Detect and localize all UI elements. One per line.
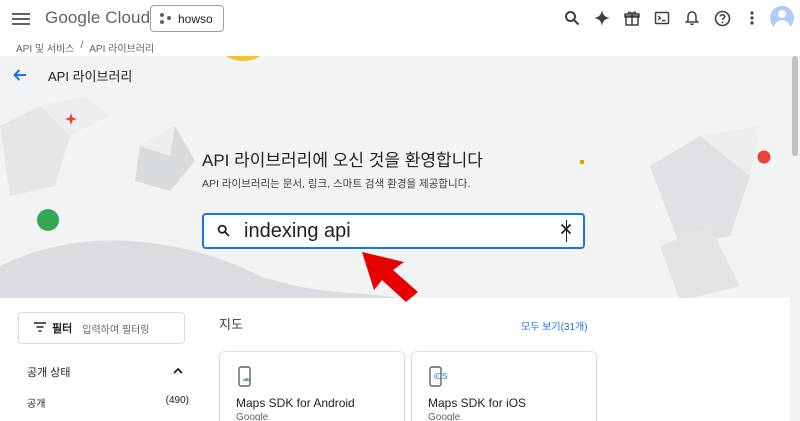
filter-icon xyxy=(34,319,46,337)
project-icon xyxy=(160,12,172,25)
gemini-sparkle-icon[interactable] xyxy=(593,9,611,27)
bell-icon[interactable] xyxy=(683,9,701,27)
filter-placeholder: 입력하여 필터링 xyxy=(82,324,150,336)
decor-paper-shape-right xyxy=(650,126,760,298)
logo-cloud: Cloud xyxy=(105,8,151,27)
filter-label: 필터 xyxy=(52,323,73,335)
page-header: API 라이브러리 xyxy=(12,66,132,85)
decor-paper-shape-mid xyxy=(135,126,195,191)
page-title: API 라이브러리 xyxy=(48,69,133,84)
project-name: howso xyxy=(178,11,213,26)
gift-icon[interactable] xyxy=(623,9,641,27)
decor-yellow-circle xyxy=(225,56,261,61)
card-title: Maps SDK for iOS xyxy=(428,396,527,410)
avatar[interactable] xyxy=(770,6,794,30)
search-icon xyxy=(217,224,231,238)
api-card-maps-android[interactable]: Maps SDK for Android Google xyxy=(219,351,405,421)
filter-input[interactable]: 필터 입력하여 필터링 xyxy=(18,312,185,344)
back-arrow-icon[interactable] xyxy=(12,67,30,85)
logo-google: Google xyxy=(45,8,101,27)
card-provider: Google xyxy=(428,412,461,421)
more-vert-icon[interactable] xyxy=(743,9,761,27)
search-input[interactable] xyxy=(244,219,554,243)
decor-red-circle xyxy=(757,150,771,164)
breadcrumb-separator: / xyxy=(80,40,84,51)
help-icon[interactable] xyxy=(713,9,731,27)
top-bar: Google Cloud howso xyxy=(0,0,800,37)
card-provider: Google xyxy=(236,412,269,421)
api-card-maps-ios[interactable]: iOS Maps SDK for iOS Google xyxy=(411,351,597,421)
visibility-section-title: 공개 상태 xyxy=(27,367,71,379)
breadcrumb-item-api-library[interactable]: API 라이브러리 xyxy=(89,40,154,55)
maps-section-title: 지도 xyxy=(219,317,243,332)
facet-count: (490) xyxy=(165,395,189,406)
chevron-up-icon[interactable] xyxy=(172,364,186,378)
api-search-box[interactable] xyxy=(202,213,585,249)
decor-red-star xyxy=(65,113,77,125)
welcome-subtitle: API 라이브러리는 문서, 링크, 스마트 검색 환경을 제공합니다. xyxy=(202,178,471,190)
scrollbar-thumb[interactable] xyxy=(792,56,798,156)
ios-phone-icon: iOS xyxy=(428,366,448,388)
decor-orange-dot xyxy=(580,160,584,164)
android-phone-icon xyxy=(236,366,256,388)
cloud-shell-icon[interactable] xyxy=(653,9,671,27)
welcome-heading: API 라이브러리에 오신 것을 환영합니다 xyxy=(202,151,483,170)
annotation-arrow xyxy=(362,252,418,302)
breadcrumb-item-api-services[interactable]: API 및 서비스 xyxy=(16,40,74,55)
breadcrumb: API 및 서비스 / API 라이브러리 xyxy=(16,40,154,55)
svg-text:iOS: iOS xyxy=(434,372,447,381)
clear-icon[interactable] xyxy=(557,222,575,240)
facet-public[interactable]: 공개 (490) xyxy=(27,395,189,410)
menu-icon[interactable] xyxy=(12,10,30,26)
view-all-link[interactable]: 모두 보기(31개) xyxy=(521,318,588,333)
facet-label: 공개 xyxy=(27,399,46,410)
project-selector[interactable]: howso xyxy=(150,5,224,32)
page-scrollbar[interactable] xyxy=(790,56,800,421)
card-title: Maps SDK for Android xyxy=(236,396,355,410)
google-cloud-logo[interactable]: Google Cloud xyxy=(45,8,150,28)
search-icon[interactable] xyxy=(563,9,581,27)
